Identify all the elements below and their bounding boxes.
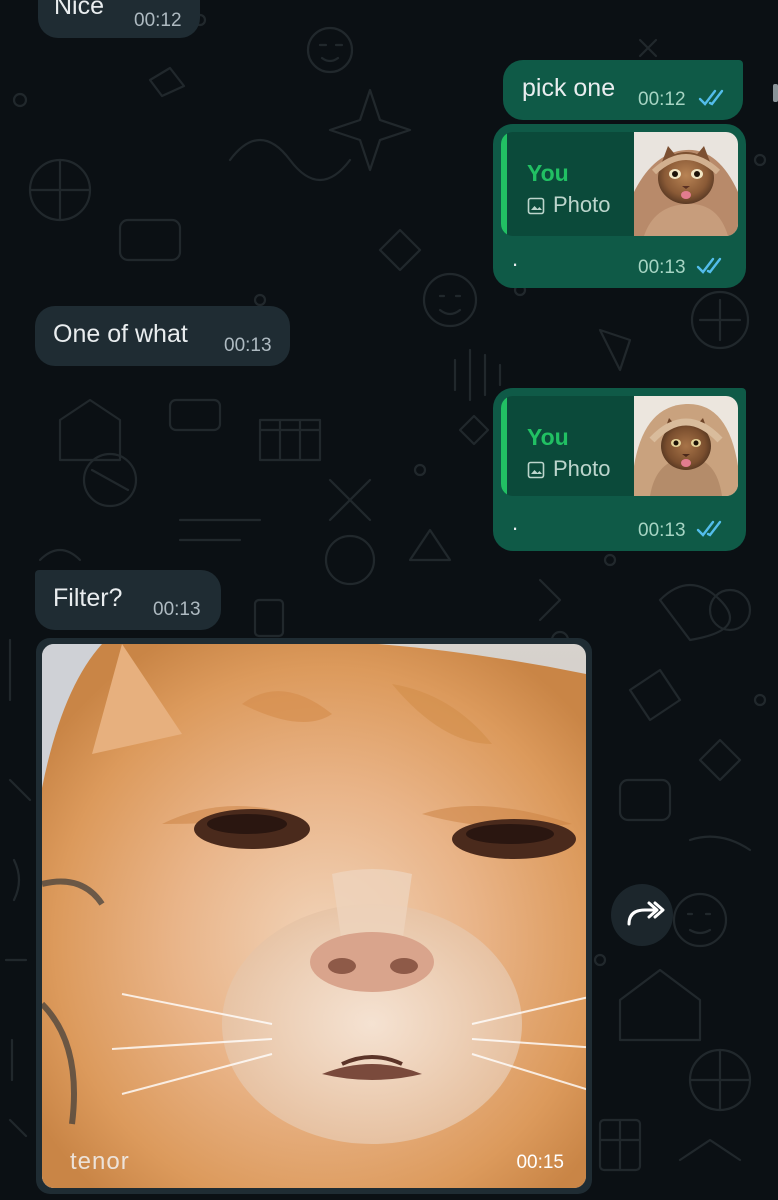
message-text: . bbox=[512, 246, 519, 271]
quoted-message[interactable]: You Photo bbox=[501, 396, 738, 496]
outgoing-reply-message[interactable]: You Photo . 00:13 bbox=[493, 388, 746, 551]
cat-photo-thumbnail bbox=[634, 396, 738, 496]
quote-accent-bar bbox=[501, 396, 507, 496]
message-time: 00:12 bbox=[134, 10, 182, 31]
quoted-message[interactable]: You Photo bbox=[501, 132, 738, 236]
photo-icon bbox=[527, 461, 545, 479]
forward-icon bbox=[627, 901, 665, 926]
quote-thumbnail bbox=[634, 132, 738, 236]
photo-icon bbox=[527, 197, 545, 215]
message-time: 00:13 bbox=[638, 257, 686, 278]
incoming-message[interactable]: Nice 00:12 bbox=[38, 0, 200, 38]
chat-view[interactable]: Nice 00:12 pick one 00:12 You Photo . 00… bbox=[0, 0, 778, 1200]
message-time: 00:13 bbox=[153, 599, 201, 620]
outgoing-message[interactable]: pick one 00:12 bbox=[503, 60, 743, 120]
quote-sender: You bbox=[527, 160, 569, 186]
message-text: . bbox=[512, 510, 519, 535]
message-text: Filter? bbox=[53, 584, 123, 612]
quote-media-label: Photo bbox=[553, 456, 611, 481]
message-time: 00:13 bbox=[638, 520, 686, 541]
cat-photo-thumbnail bbox=[634, 132, 738, 236]
message-text: pick one bbox=[522, 74, 616, 102]
tenor-watermark: tenor bbox=[70, 1148, 130, 1175]
incoming-gif-message[interactable]: tenor 00:15 bbox=[36, 638, 592, 1194]
quote-thumbnail bbox=[634, 396, 738, 496]
cat-gif-image bbox=[42, 644, 586, 1188]
message-text: One of what bbox=[53, 320, 188, 348]
message-time: 00:13 bbox=[224, 335, 272, 356]
incoming-message[interactable]: One of what 00:13 bbox=[35, 306, 290, 366]
quote-sender: You bbox=[527, 424, 569, 450]
outgoing-reply-message[interactable]: You Photo . 00:13 bbox=[493, 124, 746, 288]
quote-media-type: Photo bbox=[527, 456, 611, 482]
double-check-icon bbox=[696, 257, 722, 274]
double-check-icon bbox=[696, 520, 722, 537]
quote-media-type: Photo bbox=[527, 192, 611, 218]
quote-accent-bar bbox=[501, 132, 507, 236]
scrollbar-thumb[interactable] bbox=[773, 84, 778, 102]
quote-media-label: Photo bbox=[553, 192, 611, 217]
message-text: Nice bbox=[54, 0, 105, 20]
gif-media[interactable]: tenor 00:15 bbox=[42, 644, 586, 1188]
incoming-message[interactable]: Filter? 00:13 bbox=[35, 570, 221, 630]
message-time: 00:15 bbox=[516, 1152, 564, 1173]
double-check-icon bbox=[698, 89, 724, 106]
message-time: 00:12 bbox=[638, 89, 686, 110]
forward-button[interactable] bbox=[611, 884, 673, 946]
